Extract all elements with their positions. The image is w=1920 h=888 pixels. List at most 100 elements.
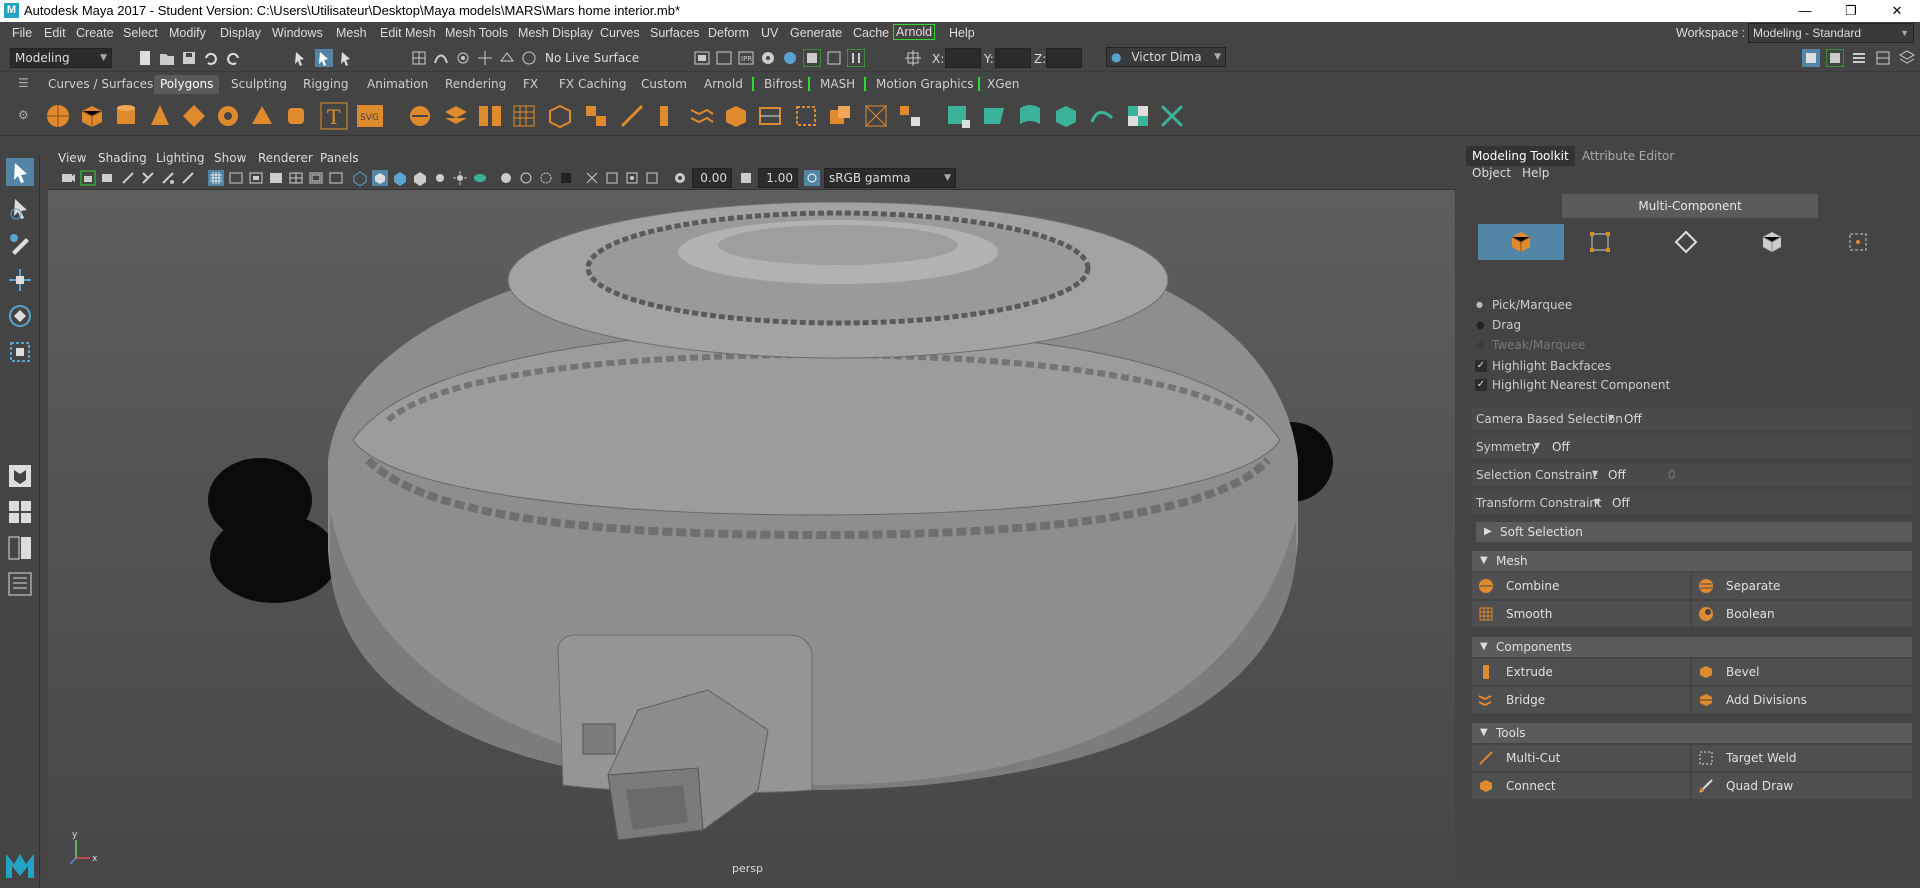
poly-torus-icon[interactable]	[180, 102, 208, 130]
bridge-icon[interactable]	[688, 102, 716, 130]
tool-settings-toggle-icon[interactable]	[1850, 49, 1868, 67]
poly-cylinder-icon[interactable]	[112, 102, 140, 130]
viewport-menu-show[interactable]: Show	[214, 151, 246, 165]
connect-button[interactable]: Connect	[1472, 773, 1690, 799]
modeling-toolkit-toggle-icon[interactable]	[1802, 49, 1820, 67]
shelf-tab-curves-surfaces[interactable]: Curves / Surfaces	[48, 77, 153, 91]
x-input[interactable]	[945, 48, 981, 68]
menu-edit[interactable]: Edit	[44, 26, 66, 40]
multi-cut-icon[interactable]	[618, 102, 646, 130]
boolean-icon[interactable]	[546, 102, 574, 130]
separate-button[interactable]: Separate	[1692, 573, 1912, 599]
menu-arnold[interactable]: Arnold	[893, 24, 936, 40]
paint-select-tool-icon[interactable]	[6, 230, 34, 258]
extrude-icon[interactable]	[652, 102, 680, 130]
save-scene-icon[interactable]	[180, 49, 198, 67]
resolution-gate-icon[interactable]	[248, 170, 264, 186]
selection-constraint-row[interactable]: Selection Constraint ▼ Off 0	[1472, 464, 1912, 486]
poly-svg-icon[interactable]: SVG	[356, 102, 384, 130]
poly-text-icon[interactable]: T	[320, 102, 348, 130]
extrude-button[interactable]: Extrude	[1472, 659, 1690, 685]
add-divisions-button[interactable]: Add Divisions	[1692, 687, 1912, 713]
close-button[interactable]: ✕	[1874, 0, 1920, 22]
menu-windows[interactable]: Windows	[272, 26, 323, 40]
smooth-button[interactable]: Smooth	[1472, 601, 1690, 627]
color-management-icon[interactable]	[804, 170, 820, 186]
smooth-shade-icon[interactable]	[372, 170, 388, 186]
gate-mask-icon[interactable]	[268, 170, 284, 186]
restore-button[interactable]: ❐	[1828, 0, 1874, 22]
poly-pyramid-icon[interactable]	[248, 102, 276, 130]
menu-mesh-display[interactable]: Mesh Display	[518, 26, 593, 40]
menu-cache[interactable]: Cache	[853, 26, 889, 40]
attribute-editor-toggle-icon[interactable]	[1826, 49, 1844, 67]
checker-map-icon[interactable]	[1124, 102, 1152, 130]
grease-pencil-icon[interactable]	[180, 170, 196, 186]
viewport-menu-panels[interactable]: Panels	[320, 151, 359, 165]
move-tool-icon[interactable]	[6, 266, 34, 294]
channel-box-toggle-icon[interactable]	[1874, 49, 1892, 67]
drag-option[interactable]: Drag	[1492, 318, 1521, 332]
automatic-mapping-icon[interactable]	[1052, 102, 1080, 130]
poly-sphere-icon[interactable]	[44, 102, 72, 130]
poly-cube-icon[interactable]	[78, 102, 106, 130]
transform-constraint-row[interactable]: Transform Constraint ▼ Off	[1472, 492, 1912, 514]
tools-section-header[interactable]: ▼ Tools	[1472, 723, 1912, 743]
toolkit-menu-help[interactable]: Help	[1522, 166, 1549, 180]
uv-mode-icon[interactable]	[1846, 230, 1870, 254]
shelf-tab-rendering[interactable]: Rendering	[445, 77, 506, 91]
isolate-select-icon[interactable]	[558, 170, 574, 186]
menu-set-dropdown[interactable]: Modeling ▼	[10, 48, 112, 68]
select-object-icon[interactable]	[315, 49, 333, 67]
shelf-tab-mash[interactable]: MASH	[808, 77, 855, 91]
components-section-header[interactable]: ▼ Components	[1472, 637, 1912, 657]
xray-active-components-icon[interactable]	[604, 170, 620, 186]
snap-grid-icon[interactable]	[410, 49, 428, 67]
drag-radio-icon[interactable]: ●	[1476, 320, 1485, 331]
poly-cone-icon[interactable]	[146, 102, 174, 130]
render-settings-gear-icon[interactable]	[759, 49, 777, 67]
poly-plane-icon[interactable]	[214, 102, 242, 130]
pick-marquee-option[interactable]: Pick/Marquee	[1492, 298, 1572, 312]
menu-file[interactable]: File	[12, 26, 32, 40]
field-chart-icon[interactable]	[288, 170, 304, 186]
shelf-tab-animation[interactable]: Animation	[367, 77, 428, 91]
mesh-section-header[interactable]: ▼ Mesh	[1472, 551, 1912, 571]
exposure-field[interactable]: 0.00	[692, 168, 732, 188]
quad-draw-button[interactable]: Quad Draw	[1692, 773, 1912, 799]
quad-draw-icon[interactable]	[896, 102, 924, 130]
exposure-icon[interactable]	[672, 170, 688, 186]
viewport-menu-view[interactable]: View	[58, 151, 86, 165]
arnold-render-view-icon[interactable]	[803, 49, 821, 67]
planar-mapping-icon[interactable]	[980, 102, 1008, 130]
safe-title-icon[interactable]	[328, 170, 344, 186]
poly-pipe-icon[interactable]	[282, 102, 310, 130]
snap-point-icon[interactable]	[454, 49, 472, 67]
unfold-uv-icon[interactable]	[1088, 102, 1116, 130]
motion-blur-icon[interactable]	[498, 170, 514, 186]
menu-modify[interactable]: Modify	[169, 26, 206, 40]
smooth-icon[interactable]	[510, 102, 538, 130]
bridge-button[interactable]: Bridge	[1472, 687, 1690, 713]
view-transform-dropdown[interactable]: sRGB gamma ▼	[824, 168, 956, 188]
use-all-lights-icon[interactable]	[432, 170, 448, 186]
workspace-dropdown[interactable]: Modeling - Standard ▼	[1748, 23, 1914, 43]
highlight-nearest-checkbox[interactable]: ✓	[1475, 379, 1487, 391]
menu-curves[interactable]: Curves	[600, 26, 640, 40]
scale-tool-icon[interactable]	[6, 338, 34, 366]
shadows-icon[interactable]	[452, 170, 468, 186]
cut-uv-edges-icon[interactable]	[1158, 102, 1186, 130]
layer-editor-toggle-icon[interactable]	[1898, 49, 1916, 67]
gamma-icon[interactable]	[738, 170, 754, 186]
wireframe-on-shaded-icon[interactable]	[392, 170, 408, 186]
perspective-viewport[interactable]: x y persp	[48, 190, 1455, 880]
arnold-ipr-icon[interactable]	[825, 49, 843, 67]
merge-icon[interactable]	[862, 102, 890, 130]
lasso-tool-icon[interactable]	[6, 194, 34, 222]
menu-create[interactable]: Create	[76, 26, 114, 40]
menu-mesh-tools[interactable]: Mesh Tools	[445, 26, 508, 40]
tab-attribute-editor[interactable]: Attribute Editor	[1576, 146, 1680, 166]
depth-of-field-icon[interactable]	[538, 170, 554, 186]
shelf-tab-arnold[interactable]: Arnold	[704, 77, 743, 91]
arnold-stop-icon[interactable]	[847, 49, 865, 67]
